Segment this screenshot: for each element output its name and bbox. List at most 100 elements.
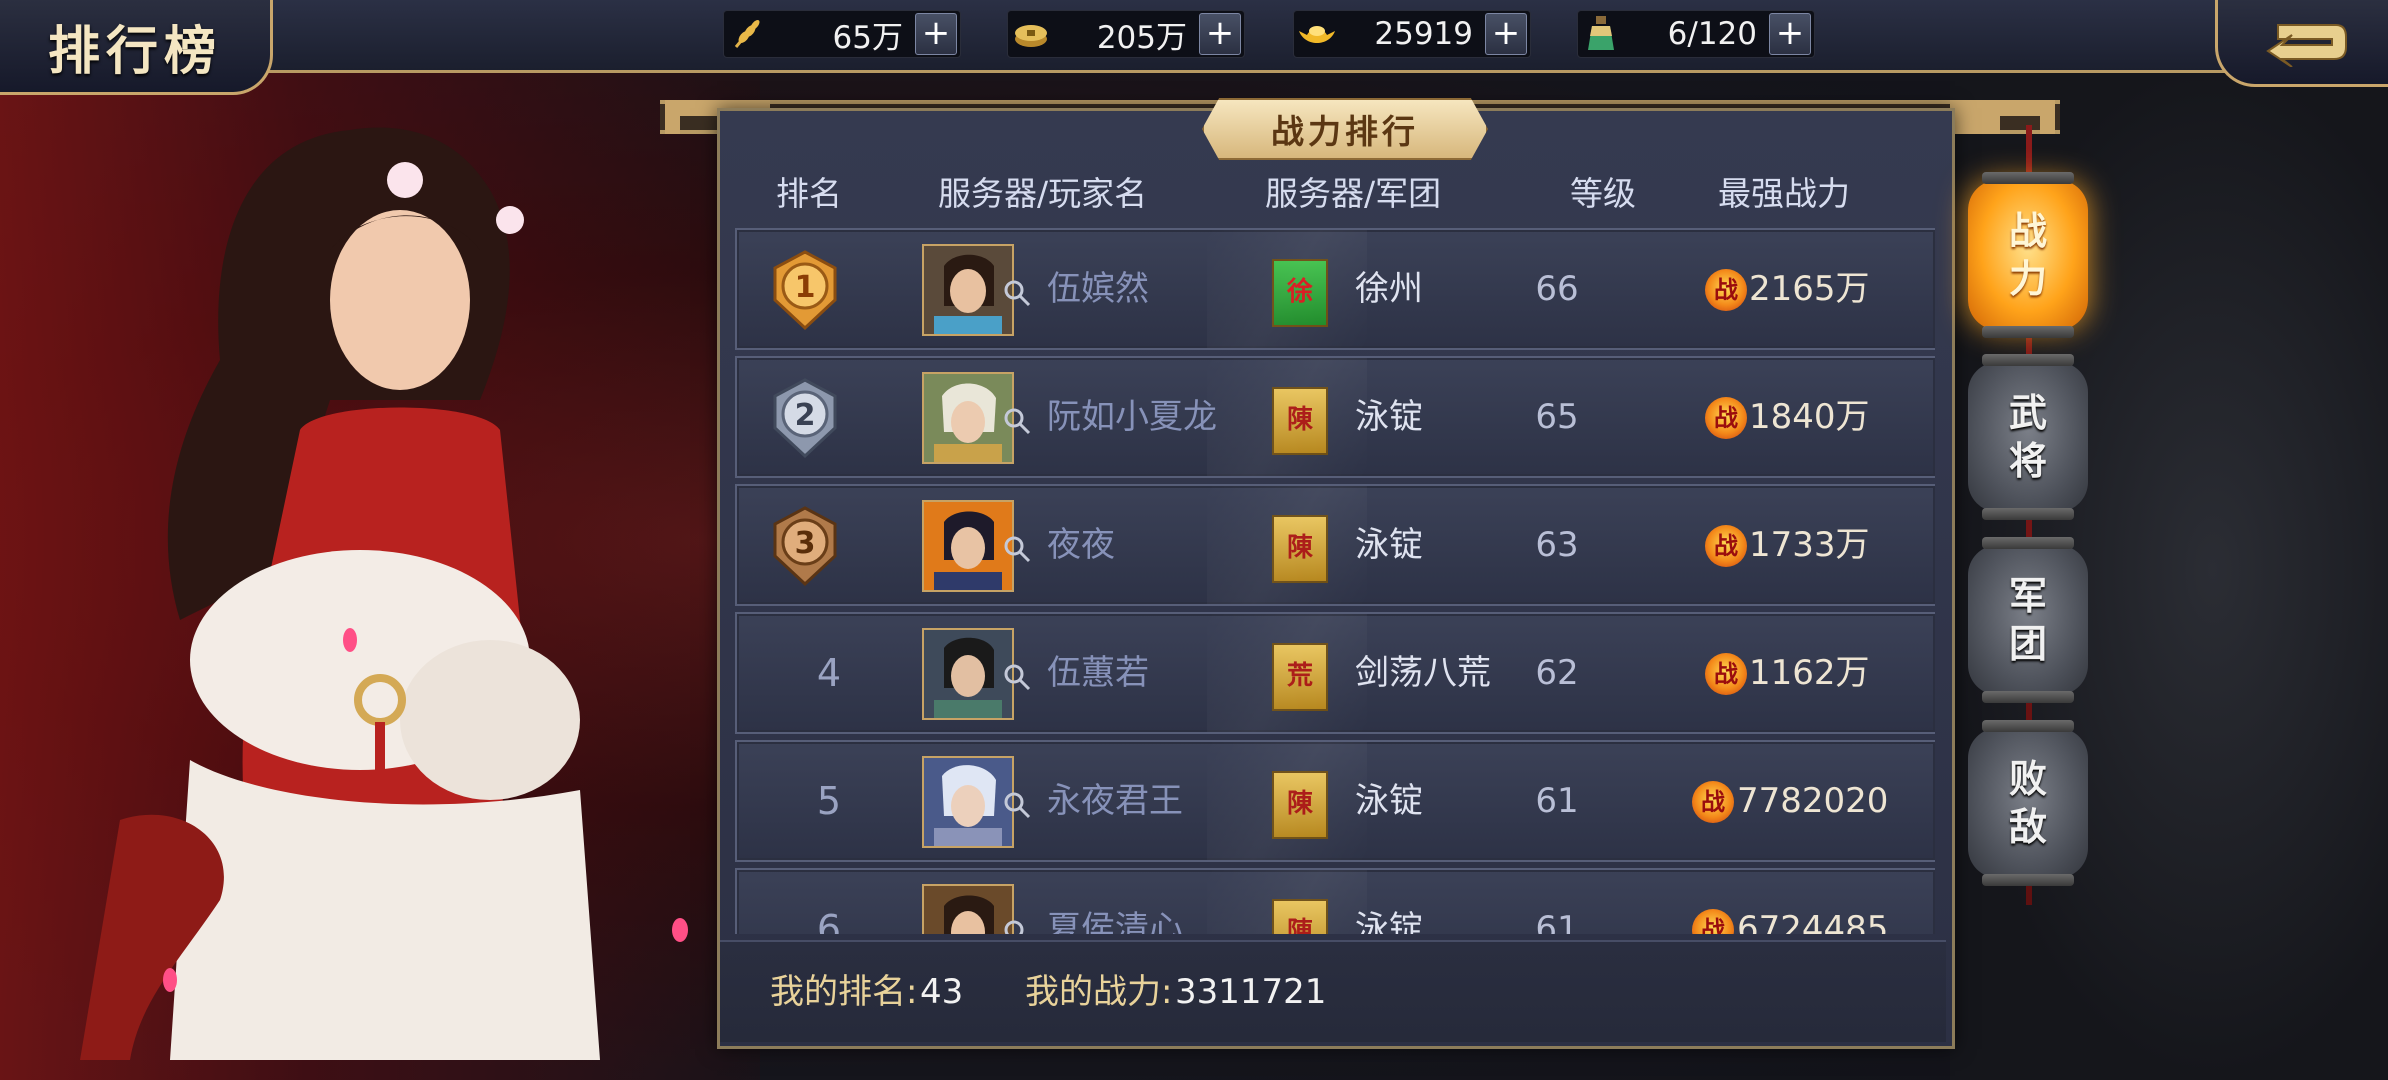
search-icon[interactable] [1002,534,1032,564]
legion-name: 泳锭 [1355,781,1423,821]
player-level: 62 [1535,653,1579,693]
player-name: 阮如小夏龙 [1047,397,1217,437]
legion-name: 泳锭 [1355,525,1423,565]
table-row[interactable]: 4 伍蕙若 荒 剑荡八荒 62 战 1162万 [735,612,1935,734]
tab-defeated-label-2: 敌 [2008,804,2047,849]
my-rank-value: 43 [920,972,964,1012]
power-value: 2165万 [1749,269,1870,309]
my-rank-footer: 我的排名: 43 我的战力: 3311721 [720,940,1946,1042]
search-icon[interactable] [1002,790,1032,820]
avatar[interactable] [922,756,1014,848]
svg-text:1: 1 [795,270,816,305]
back-arrow-icon [2266,24,2347,67]
legion-name: 泳锭 [1355,909,1423,934]
avatar[interactable] [922,244,1014,336]
hero-character-illustration [80,127,688,1060]
column-header-legion: 服务器/军团 [1265,174,1442,213]
power-icon: 战 [1692,781,1734,823]
stamina-value: 6/120 [1667,16,1757,52]
ingot-value: 25919 [1374,16,1473,52]
table-row[interactable]: 5 永夜君王 陳 泳锭 61 战 7782020 [735,740,1935,862]
column-header-level: 等级 [1570,174,1636,213]
tab-power-label-2: 力 [2008,256,2047,301]
table-row[interactable]: 6 夏侯清心 陳 泳锭 61 战 6724485 [735,868,1935,934]
stamina-potion-icon [1578,11,1624,57]
avatar[interactable] [922,372,1014,464]
title-plate: 排行榜 [0,0,273,95]
player-level: 61 [1535,909,1579,934]
power-value: 6724485 [1737,909,1889,934]
tab-power[interactable]: 战 力 [1968,172,2088,338]
tab-legion[interactable]: 军 团 [1968,537,2088,703]
rank-number: 6 [816,907,842,934]
svg-text:2: 2 [795,398,816,433]
player-level: 61 [1535,781,1579,821]
table-row[interactable]: 3 夜夜 陳 泳锭 63 战 1733万 [735,484,1935,606]
add-stamina-button[interactable]: + [1769,13,1811,55]
server-flag: 陳 [1272,387,1328,455]
my-power-value: 3311721 [1175,972,1327,1012]
column-header-power: 最强战力 [1718,174,1850,213]
server-flag: 荒 [1272,643,1328,711]
legion-name: 泳锭 [1355,397,1423,437]
tab-defeated[interactable]: 败 敌 [1968,720,2088,886]
power-icon: 战 [1705,269,1747,311]
server-flag: 陳 [1272,771,1328,839]
resource-ingot: 25919 + [1293,10,1531,58]
power-value: 1840万 [1749,397,1870,437]
legion-name: 剑荡八荒 [1355,653,1491,693]
resource-coin: 205万 + [1007,10,1245,58]
back-button[interactable] [2215,0,2388,87]
server-flag: 徐 [1272,259,1328,327]
server-flag: 陳 [1272,515,1328,583]
tab-legion-label-2: 团 [2008,621,2047,666]
player-level: 65 [1535,397,1579,437]
player-name: 伍嫔然 [1047,269,1149,309]
column-header-player: 服务器/玩家名 [938,174,1148,213]
add-food-button[interactable]: + [915,13,957,55]
coin-value: 205万 [1096,19,1187,56]
search-icon[interactable] [1002,918,1032,934]
table-row[interactable]: 2 阮如小夏龙 陳 泳锭 65 战 1840万 [735,356,1935,478]
tab-generals-label-2: 将 [2008,438,2047,483]
page-title: 排行榜 [47,20,222,82]
player-level: 66 [1535,269,1579,309]
table-row[interactable]: 1 伍嫔然 徐 徐州 66 战 2165万 [735,228,1935,350]
bronze-medal-icon: 3 [773,506,837,587]
tab-generals[interactable]: 武 将 [1968,354,2088,520]
server-flag: 陳 [1272,899,1328,934]
tab-legion-label-1: 军 [2008,573,2047,618]
player-name: 永夜君王 [1047,781,1183,821]
silver-medal-icon: 2 [773,378,837,459]
avatar[interactable] [922,884,1014,934]
search-icon[interactable] [1002,278,1032,308]
avatar[interactable] [922,628,1014,720]
panel-title-plate: 战力排行 [1202,98,1488,160]
avatar[interactable] [922,500,1014,592]
resource-food: 65万 + [723,10,961,58]
player-name: 伍蕙若 [1047,653,1149,693]
power-icon: 战 [1705,397,1747,439]
tab-power-label-1: 战 [2008,208,2047,253]
search-icon[interactable] [1002,406,1032,436]
panel-title: 战力排行 [1271,112,1419,151]
add-ingot-button[interactable]: + [1485,13,1527,55]
power-value: 7782020 [1737,781,1889,821]
power-icon: 战 [1705,525,1747,567]
power-value: 1733万 [1749,525,1870,565]
svg-text:3: 3 [795,526,816,561]
column-header-rank: 排名 [776,174,842,213]
rank-number: 5 [816,779,842,823]
coin-icon [1008,11,1054,57]
ingot-icon [1294,11,1340,57]
add-coin-button[interactable]: + [1199,13,1241,55]
rank-number: 4 [816,651,842,695]
ranking-list[interactable]: 1 伍嫔然 徐 徐州 66 战 2165万 2 阮如小夏龙 陳 泳锭 65 战 … [735,228,1935,934]
search-icon[interactable] [1002,662,1032,692]
gold-medal-icon: 1 [773,250,837,331]
player-name: 夏侯清心 [1047,909,1183,934]
tab-generals-label-1: 武 [2008,390,2047,435]
player-name: 夜夜 [1047,525,1115,565]
food-value: 65万 [832,19,903,56]
my-rank-label: 我的排名: [770,972,918,1012]
